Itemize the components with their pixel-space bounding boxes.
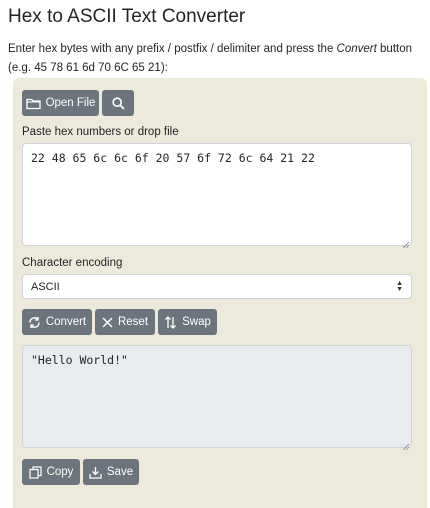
save-label: Save: [106, 466, 134, 478]
ascii-output-field[interactable]: "Hello World!": [22, 345, 412, 451]
folder-icon: [25, 97, 41, 110]
swap-icon: [164, 315, 177, 329]
ascii-output-value: "Hello World!": [31, 353, 128, 367]
convert-icon: [28, 316, 41, 329]
encoding-select[interactable]: ASCII ▲ ▼: [22, 274, 412, 299]
instructions-line-1: Enter hex bytes with any prefix / postfi…: [8, 40, 428, 59]
copy-label: Copy: [46, 466, 74, 478]
hex-input-value: 22 48 65 6c 6c 6f 20 57 6f 72 6c 64 21 2…: [31, 151, 315, 165]
resize-grip-icon[interactable]: [402, 439, 410, 451]
copy-button[interactable]: Copy: [22, 459, 80, 485]
swap-button[interactable]: Swap: [158, 309, 217, 335]
open-file-label: Open File: [45, 97, 96, 109]
instructions-emphasis: Convert: [336, 43, 377, 55]
search-button[interactable]: [102, 90, 134, 116]
instructions-example: (e.g. 45 78 61 6d 70 6C 65 21):: [8, 62, 168, 74]
resize-grip-icon[interactable]: [402, 237, 410, 249]
instructions-text: Enter hex bytes with any prefix / postfi…: [8, 43, 337, 55]
copy-icon: [28, 465, 42, 479]
close-icon: [102, 316, 113, 328]
convert-button[interactable]: Convert: [22, 309, 92, 335]
input-label: Paste hex numbers or drop file: [22, 126, 179, 138]
search-icon: [111, 96, 125, 110]
instructions: Enter hex bytes with any prefix / postfi…: [8, 40, 428, 78]
reset-button[interactable]: Reset: [95, 309, 155, 335]
convert-label: Convert: [45, 316, 87, 328]
page-title: Hex to ASCII Text Converter: [8, 6, 246, 27]
encoding-label: Character encoding: [22, 257, 123, 269]
encoding-selected-value: ASCII: [31, 280, 60, 293]
save-button[interactable]: Save: [83, 459, 139, 485]
select-arrows-icon: ▲ ▼: [396, 279, 403, 293]
swap-label: Swap: [182, 316, 211, 328]
reset-label: Reset: [117, 316, 149, 328]
hex-input-field[interactable]: 22 48 65 6c 6c 6f 20 57 6f 72 6c 64 21 2…: [22, 143, 412, 249]
instructions-text-end: button: [376, 43, 412, 55]
download-icon: [89, 466, 102, 479]
open-file-button[interactable]: Open File: [22, 90, 99, 116]
page: Hex to ASCII Text Converter Enter hex by…: [0, 0, 430, 508]
